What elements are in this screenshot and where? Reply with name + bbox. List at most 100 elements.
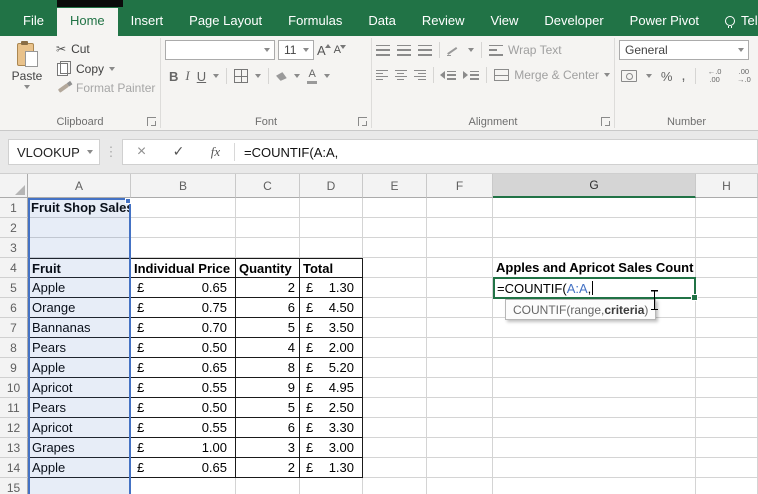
row-header-9[interactable]: 9 [0,358,28,378]
cell-H12[interactable] [696,418,758,438]
orientation-icon[interactable] [447,44,461,56]
insert-function-button[interactable]: fx [197,144,234,160]
cell-H9[interactable] [696,358,758,378]
cell-H14[interactable] [696,458,758,478]
cell-G7[interactable] [493,318,696,338]
column-header-B[interactable]: B [131,174,236,198]
cell-A2[interactable] [28,218,131,238]
italic-button[interactable]: I [185,68,189,84]
clipboard-dialog-launcher-icon[interactable] [147,117,156,126]
cell-F3[interactable] [427,238,493,258]
cell-G10[interactable] [493,378,696,398]
cell-A5[interactable]: Apple [28,278,131,298]
cell-E15[interactable] [363,478,427,494]
cell-F10[interactable] [427,378,493,398]
cell-G15[interactable] [493,478,696,494]
accounting-dropdown-arrow-icon[interactable] [645,74,652,78]
row-header-6[interactable]: 6 [0,298,28,318]
cell-A3[interactable] [28,238,131,258]
cell-C14[interactable]: 2 [236,458,300,478]
cell-D4[interactable]: Total [300,258,363,278]
row-header-1[interactable]: 1 [0,198,28,218]
font-size-combobox[interactable]: 11 [278,40,314,60]
cell-F2[interactable] [427,218,493,238]
cell-G12[interactable] [493,418,696,438]
cell-B13[interactable]: £1.00 [131,438,236,458]
cell-D12[interactable]: £3.30 [300,418,363,438]
column-header-H[interactable]: H [696,174,758,198]
cell-C7[interactable]: 5 [236,318,300,338]
cell-B8[interactable]: £0.50 [131,338,236,358]
row-header-2[interactable]: 2 [0,218,28,238]
wrap-text-button[interactable]: Wrap Text [489,43,562,57]
cell-H2[interactable] [696,218,758,238]
cell-F11[interactable] [427,398,493,418]
cell-B7[interactable]: £0.70 [131,318,236,338]
cell-D13[interactable]: £3.00 [300,438,363,458]
tab-review[interactable]: Review [409,8,478,36]
cell-E13[interactable] [363,438,427,458]
row-header-12[interactable]: 12 [0,418,28,438]
cell-E2[interactable] [363,218,427,238]
row-header-7[interactable]: 7 [0,318,28,338]
cell-F13[interactable] [427,438,493,458]
cell-D14[interactable]: £1.30 [300,458,363,478]
row-header-11[interactable]: 11 [0,398,28,418]
cell-B3[interactable] [131,238,236,258]
cell-F14[interactable] [427,458,493,478]
cell-H6[interactable] [696,298,758,318]
copy-button[interactable]: Copy [56,61,155,76]
font-name-combobox[interactable] [165,40,275,60]
column-header-G[interactable]: G [493,174,696,198]
font-color-dropdown-arrow-icon[interactable] [324,74,331,78]
cell-E10[interactable] [363,378,427,398]
cell-B6[interactable]: £0.75 [131,298,236,318]
cell-G13[interactable] [493,438,696,458]
cell-C4[interactable]: Quantity [236,258,300,278]
cell-F12[interactable] [427,418,493,438]
cell-H7[interactable] [696,318,758,338]
orientation-dropdown-arrow-icon[interactable] [468,48,474,52]
cell-D11[interactable]: £2.50 [300,398,363,418]
cell-C15[interactable] [236,478,300,494]
cell-G2[interactable] [493,218,696,238]
active-cell-G5[interactable]: =COUNTIF(A:A, [493,277,698,301]
enter-button[interactable]: ✓ [160,144,197,160]
decrease-indent-button[interactable] [440,70,457,80]
accounting-format-icon[interactable] [621,70,637,82]
cell-B4[interactable]: Individual Price [131,258,236,278]
cell-F8[interactable] [427,338,493,358]
cell-C2[interactable] [236,218,300,238]
cell-H13[interactable] [696,438,758,458]
cell-A8[interactable]: Pears [28,338,131,358]
column-header-D[interactable]: D [300,174,363,198]
select-all-button[interactable] [0,174,28,198]
row-header-14[interactable]: 14 [0,458,28,478]
tab-file[interactable]: File [10,8,57,36]
cell-E1[interactable] [363,198,427,218]
cell-A11[interactable]: Pears [28,398,131,418]
column-header-C[interactable]: C [236,174,300,198]
percent-style-button[interactable]: % [661,69,673,84]
cell-E11[interactable] [363,398,427,418]
column-header-E[interactable]: E [363,174,427,198]
cell-B5[interactable]: £0.65 [131,278,236,298]
cell-G4[interactable]: Apples and Apricot Sales Count [493,258,696,278]
comma-style-button[interactable]: , [681,69,685,83]
cell-E4[interactable] [363,258,427,278]
paste-button[interactable]: Paste [4,40,50,113]
cell-C10[interactable]: 9 [236,378,300,398]
align-left-button[interactable] [376,69,388,81]
cell-H15[interactable] [696,478,758,494]
cell-G9[interactable] [493,358,696,378]
cell-A10[interactable]: Apricot [28,378,131,398]
number-format-combobox[interactable]: General [619,40,749,60]
cell-D7[interactable]: £3.50 [300,318,363,338]
tab-insert[interactable]: Insert [118,8,177,36]
tab-tell-m[interactable]: Tell m [712,8,758,36]
underline-button[interactable]: U [197,69,206,84]
cell-F9[interactable] [427,358,493,378]
cell-E9[interactable] [363,358,427,378]
cell-E12[interactable] [363,418,427,438]
cell-G11[interactable] [493,398,696,418]
